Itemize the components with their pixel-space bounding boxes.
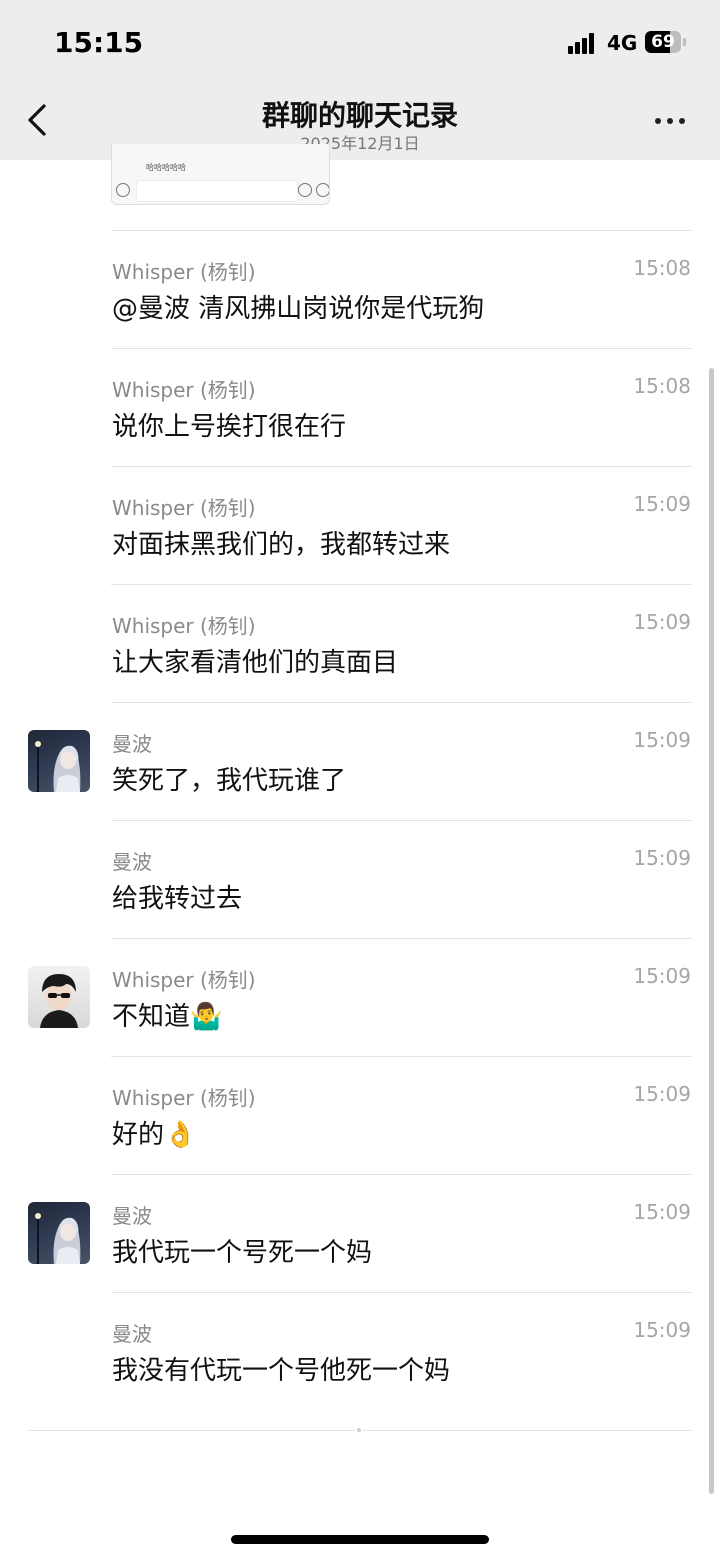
quoted-input-box	[136, 180, 298, 202]
more-button[interactable]	[650, 112, 690, 132]
battery-percentage: 69	[651, 32, 675, 52]
page-title: 群聊的聊天记录	[261, 99, 458, 132]
emoji-icon	[298, 183, 312, 197]
more-dots-icon	[655, 118, 661, 124]
message-row[interactable]: Whisper (杨钊) 15:08 说你上号挨打很在行	[0, 348, 720, 466]
cellular-signal-icon	[568, 32, 600, 54]
message-sender: Whisper (杨钊)	[112, 968, 256, 992]
message-row[interactable]: Whisper (杨钊) 15:09 让大家看清他们的真面目	[0, 584, 720, 702]
message-time: 15:09	[633, 1082, 691, 1106]
message-sender: Whisper (杨钊)	[112, 378, 256, 402]
quoted-screenshot-card[interactable]: 哈哈哈哈哈	[111, 144, 330, 205]
divider	[111, 1174, 692, 1175]
message-time: 15:09	[633, 846, 691, 870]
message-row[interactable]: 曼波 15:09 给我转过去	[0, 820, 720, 938]
message-row[interactable]: Whisper (杨钊) 15:08 @曼波 清风拂山岗说你是代玩狗	[0, 230, 720, 348]
message-time: 15:09	[633, 492, 691, 516]
status-time: 15:15	[54, 26, 144, 59]
message-time: 15:09	[633, 728, 691, 752]
divider	[111, 820, 692, 821]
voice-icon	[116, 183, 130, 197]
message-text: 说你上号挨打很在行	[112, 412, 347, 442]
divider	[111, 348, 692, 349]
message-sender: 曼波	[112, 850, 152, 874]
message-text: 让大家看清他们的真面目	[112, 648, 399, 678]
message-text: 给我转过去	[112, 884, 243, 914]
message-row[interactable]: Whisper (杨钊) 15:09 不知道🤷‍♂️	[0, 938, 720, 1056]
anime-boy-sunglasses-avatar-icon	[40, 974, 78, 1028]
message-time: 15:09	[633, 964, 691, 988]
message-time: 15:09	[633, 1200, 691, 1224]
divider	[111, 1056, 692, 1057]
network-type-label: 4G	[607, 31, 638, 55]
avatar[interactable]	[28, 730, 90, 792]
end-marker	[355, 1427, 363, 1433]
scrollbar[interactable]	[709, 368, 714, 1494]
message-row[interactable]: Whisper (杨钊) 15:09 对面抹黑我们的，我都转过来	[0, 466, 720, 584]
message-text: 笑死了，我代玩谁了	[112, 766, 347, 796]
message-sender: Whisper (杨钊)	[112, 614, 256, 638]
battery-cap	[683, 38, 686, 46]
divider	[111, 466, 692, 467]
message-row[interactable]: 曼波 15:09 笑死了，我代玩谁了	[0, 702, 720, 820]
divider	[111, 230, 692, 231]
divider	[111, 584, 692, 585]
message-text: 不知道🤷‍♂️	[112, 1002, 223, 1032]
message-row[interactable]: Whisper (杨钊) 15:09 好的👌	[0, 1056, 720, 1174]
avatar[interactable]	[28, 966, 90, 1028]
message-time: 15:09	[633, 610, 691, 634]
quoted-input-bar	[116, 180, 329, 202]
message-sender: Whisper (杨钊)	[112, 496, 256, 520]
message-text: 对面抹黑我们的，我都转过来	[112, 530, 451, 560]
message-text: @曼波 清风拂山岗说你是代玩狗	[112, 294, 485, 324]
anime-girl-avatar-icon	[35, 1213, 81, 1264]
message-time: 15:08	[633, 256, 691, 280]
message-sender: Whisper (杨钊)	[112, 1086, 256, 1110]
divider	[111, 938, 692, 939]
message-text: 好的👌	[112, 1120, 197, 1150]
message-row[interactable]: 曼波 15:09 我代玩一个号死一个妈	[0, 1174, 720, 1292]
anime-girl-avatar-icon	[35, 741, 81, 792]
battery-icon: 69	[645, 31, 681, 53]
plus-icon	[316, 183, 329, 197]
quoted-thumb-text: 哈哈哈哈哈	[146, 163, 186, 172]
message-sender: 曼波	[112, 732, 152, 756]
message-sender: 曼波	[112, 1204, 152, 1228]
home-indicator[interactable]	[231, 1535, 489, 1544]
chevron-left-icon	[28, 104, 46, 136]
message-sender: Whisper (杨钊)	[112, 260, 256, 284]
message-time: 15:09	[633, 1318, 691, 1342]
message-time: 15:08	[633, 374, 691, 398]
divider	[111, 1292, 692, 1293]
avatar[interactable]	[28, 1202, 90, 1264]
back-button[interactable]	[22, 100, 56, 140]
message-row[interactable]: 曼波 15:09 我没有代玩一个号他死一个妈	[0, 1292, 720, 1410]
message-text: 我没有代玩一个号他死一个妈	[112, 1356, 451, 1386]
message-text: 我代玩一个号死一个妈	[112, 1238, 373, 1268]
message-sender: 曼波	[112, 1322, 152, 1346]
divider	[111, 702, 692, 703]
